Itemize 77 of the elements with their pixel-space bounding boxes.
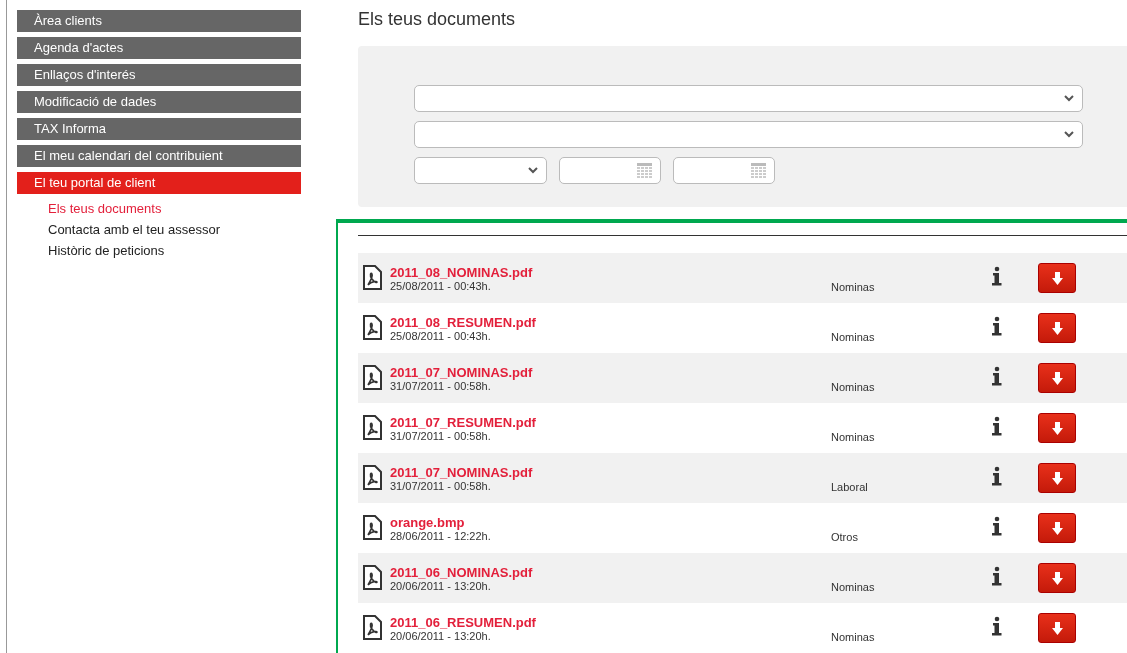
download-button[interactable] <box>1038 363 1076 393</box>
download-arrow-icon <box>1051 321 1063 335</box>
download-arrow-icon <box>1051 621 1063 635</box>
category-label: Nominas <box>831 631 876 643</box>
download-button[interactable] <box>1038 563 1076 593</box>
category-label: Nominas <box>831 281 876 293</box>
submenu-link[interactable]: Els teus documents <box>48 198 162 219</box>
date-field[interactable] <box>673 156 775 184</box>
file-date: 20/06/2011 - 13:20h. <box>390 629 491 642</box>
file-name-link[interactable]: 2011_07_RESUMEN.pdf <box>390 414 536 430</box>
chevron-icon <box>528 166 538 174</box>
sidebar-item[interactable]: TAX Informa <box>17 118 301 140</box>
file-date: 31/07/2011 - 00:58h. <box>390 379 491 392</box>
category-label: Otros <box>831 531 859 543</box>
pdf-file-icon <box>362 515 382 541</box>
file-name-link[interactable]: 2011_06_RESUMEN.pdf <box>390 614 536 630</box>
info-icon[interactable] <box>991 566 1003 586</box>
file-date: 25/08/2011 - 00:43h. <box>390 329 491 342</box>
info-icon[interactable] <box>991 316 1003 336</box>
file-name-link[interactable]: 2011_08_NOMINAS.pdf <box>390 264 533 280</box>
pdf-file-icon <box>362 415 382 441</box>
file-date: 20/06/2011 - 13:20h. <box>390 579 491 592</box>
file-date: 31/07/2011 - 00:58h. <box>390 479 491 492</box>
download-arrow-icon <box>1051 521 1063 535</box>
category-label: Nominas <box>831 581 876 593</box>
chevron-icon <box>1064 94 1074 102</box>
download-arrow-icon <box>1051 271 1063 285</box>
submenu-link[interactable]: Històric de peticions <box>48 240 165 261</box>
download-arrow-icon <box>1051 421 1063 435</box>
download-button[interactable] <box>1038 313 1076 343</box>
download-button[interactable] <box>1038 413 1076 443</box>
submenu-link[interactable]: Contacta amb el teu assessor <box>48 219 220 240</box>
download-button[interactable] <box>1038 513 1076 543</box>
info-icon[interactable] <box>991 616 1003 636</box>
category-label: Nominas <box>831 331 876 343</box>
download-arrow-icon <box>1051 371 1063 385</box>
chevron-icon <box>1064 130 1074 138</box>
info-icon[interactable] <box>991 516 1003 536</box>
info-icon[interactable] <box>991 266 1003 286</box>
pdf-file-icon <box>362 565 382 591</box>
file-date: 31/07/2011 - 00:58h. <box>390 429 491 442</box>
calendar-icon <box>751 162 766 178</box>
info-icon[interactable] <box>991 416 1003 436</box>
file-date: 28/06/2011 - 12:22h. <box>390 529 491 542</box>
download-button[interactable] <box>1038 263 1076 293</box>
sidebar-item[interactable]: El meu calendari del contribuient <box>17 145 301 167</box>
file-name-link[interactable]: 2011_06_NOMINAS.pdf <box>390 564 533 580</box>
sidebar-item[interactable]: Modificació de dades <box>17 91 301 113</box>
pdf-file-icon <box>362 315 382 341</box>
page-title: Els teus documents <box>358 8 517 31</box>
select-field[interactable] <box>414 120 1083 148</box>
download-button[interactable] <box>1038 463 1076 493</box>
download-arrow-icon <box>1051 571 1063 585</box>
file-name-link[interactable]: 2011_07_NOMINAS.pdf <box>390 464 533 480</box>
category-label: Nominas <box>831 431 876 443</box>
file-name-link[interactable]: orange.bmp <box>390 514 465 530</box>
info-icon[interactable] <box>991 466 1003 486</box>
category-label: Laboral <box>831 481 869 493</box>
sidebar-item[interactable]: El teu portal de client <box>17 172 301 194</box>
calendar-icon <box>637 162 652 178</box>
file-name-link[interactable]: 2011_08_RESUMEN.pdf <box>390 314 536 330</box>
file-name-link[interactable]: 2011_07_NOMINAS.pdf <box>390 364 533 380</box>
file-date: 25/08/2011 - 00:43h. <box>390 279 491 292</box>
pdf-file-icon <box>362 365 382 391</box>
pdf-file-icon <box>362 265 382 291</box>
pdf-file-icon <box>362 615 382 641</box>
category-label: Nominas <box>831 381 876 393</box>
select-field[interactable] <box>414 156 547 184</box>
sidebar-item[interactable]: Agenda d'actes <box>17 37 301 59</box>
download-button[interactable] <box>1038 613 1076 643</box>
download-arrow-icon <box>1051 471 1063 485</box>
pdf-file-icon <box>362 465 382 491</box>
sidebar-item[interactable]: Enllaços d'interés <box>17 64 301 86</box>
date-field[interactable] <box>559 156 661 184</box>
select-field[interactable] <box>414 84 1083 112</box>
sidebar-item[interactable]: Àrea clients <box>17 10 301 32</box>
info-icon[interactable] <box>991 366 1003 386</box>
